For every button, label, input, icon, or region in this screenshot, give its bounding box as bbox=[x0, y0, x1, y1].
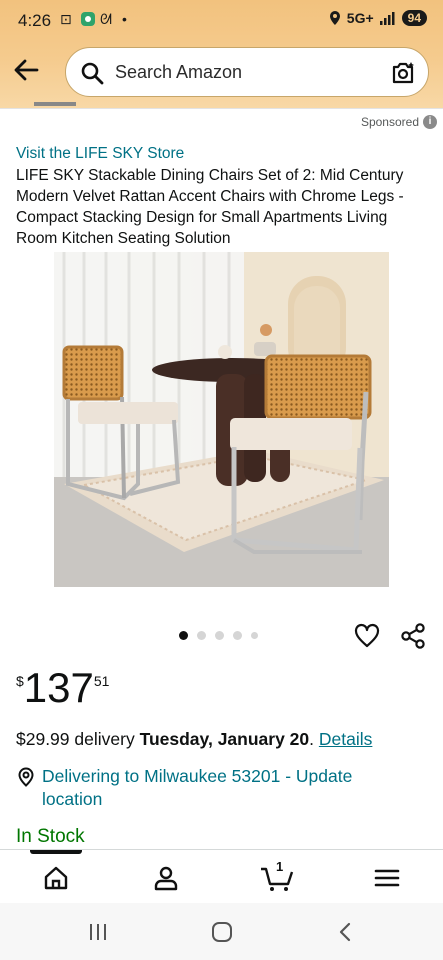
search-input[interactable]: Search Amazon bbox=[115, 62, 242, 83]
share-icon[interactable] bbox=[400, 623, 426, 649]
search-bar[interactable]: Search Amazon bbox=[65, 47, 429, 97]
location-link[interactable]: Delivering to Milwaukee 53201 - Update l… bbox=[42, 765, 416, 811]
delivery-details-link[interactable]: Details bbox=[319, 729, 373, 749]
heart-icon[interactable] bbox=[354, 623, 380, 649]
price: $ 137 51 bbox=[16, 664, 109, 712]
bottom-nav: 1 bbox=[0, 849, 443, 903]
active-tab-indicator bbox=[30, 850, 82, 854]
menu-icon[interactable] bbox=[373, 864, 401, 892]
pagination-dot-4[interactable] bbox=[233, 631, 242, 640]
delivery-suffix: . bbox=[309, 729, 319, 749]
top-header: 4:26 ⊡ ᘛ • 5G+ 94 Search Amazon bbox=[0, 0, 443, 108]
pagination-dot-5[interactable] bbox=[251, 632, 258, 639]
more-notifications-dot: • bbox=[122, 11, 127, 27]
delivery-price: $29.99 delivery bbox=[16, 729, 140, 749]
pagination-dot-2[interactable] bbox=[197, 631, 206, 640]
network-label: 5G+ bbox=[346, 10, 374, 26]
image-strip-fragment bbox=[34, 102, 76, 106]
pagination-dot-1[interactable] bbox=[179, 631, 188, 640]
app-notification-icon bbox=[80, 11, 96, 30]
status-time: 4:26 bbox=[18, 11, 52, 30]
info-icon: i bbox=[423, 115, 437, 129]
battery-badge: 94 bbox=[401, 10, 427, 26]
delivery-info: $29.99 delivery Tuesday, January 20. Det… bbox=[16, 729, 372, 750]
search-icon bbox=[81, 62, 104, 85]
delivery-location[interactable]: Delivering to Milwaukee 53201 - Update l… bbox=[16, 765, 416, 811]
system-nav-bar bbox=[0, 903, 443, 960]
account-icon[interactable] bbox=[152, 864, 180, 892]
back-system-icon[interactable] bbox=[335, 921, 357, 943]
price-fraction: 51 bbox=[93, 673, 110, 689]
price-whole: 137 bbox=[23, 664, 94, 711]
recent-apps-icon[interactable] bbox=[87, 921, 109, 943]
location-pin-icon bbox=[18, 767, 34, 787]
location-status-icon bbox=[329, 11, 340, 25]
cart-count: 1 bbox=[276, 859, 284, 874]
product-image-illustration bbox=[54, 252, 389, 587]
home-system-icon[interactable] bbox=[211, 921, 233, 943]
back-arrow-icon[interactable] bbox=[10, 54, 42, 86]
link-icon: ᘛ bbox=[100, 11, 112, 27]
cart-button[interactable]: 1 bbox=[260, 859, 294, 892]
product-title: LIFE SKY Stackable Dining Chairs Set of … bbox=[16, 167, 404, 247]
sponsored-label[interactable]: Sponsored i bbox=[361, 115, 437, 129]
camera-search-icon[interactable] bbox=[390, 60, 416, 86]
stock-status: In Stock bbox=[16, 826, 85, 847]
delivery-date: Tuesday, January 20 bbox=[139, 729, 310, 749]
status-right: 5G+ 94 bbox=[329, 10, 427, 26]
store-link[interactable]: Visit the LIFE SKY Store bbox=[16, 145, 184, 163]
status-bar: 4:26 ⊡ ᘛ • 5G+ 94 bbox=[0, 0, 443, 40]
screenshot-icon: ⊡ bbox=[60, 11, 72, 27]
signal-icon bbox=[379, 11, 395, 25]
pagination-dot-3[interactable] bbox=[215, 631, 224, 640]
image-pagination[interactable] bbox=[179, 631, 258, 640]
header-divider bbox=[0, 108, 443, 112]
price-currency: $ bbox=[16, 673, 24, 689]
sponsored-text: Sponsored bbox=[360, 115, 419, 129]
product-image[interactable] bbox=[54, 252, 389, 587]
home-icon[interactable] bbox=[42, 864, 70, 892]
